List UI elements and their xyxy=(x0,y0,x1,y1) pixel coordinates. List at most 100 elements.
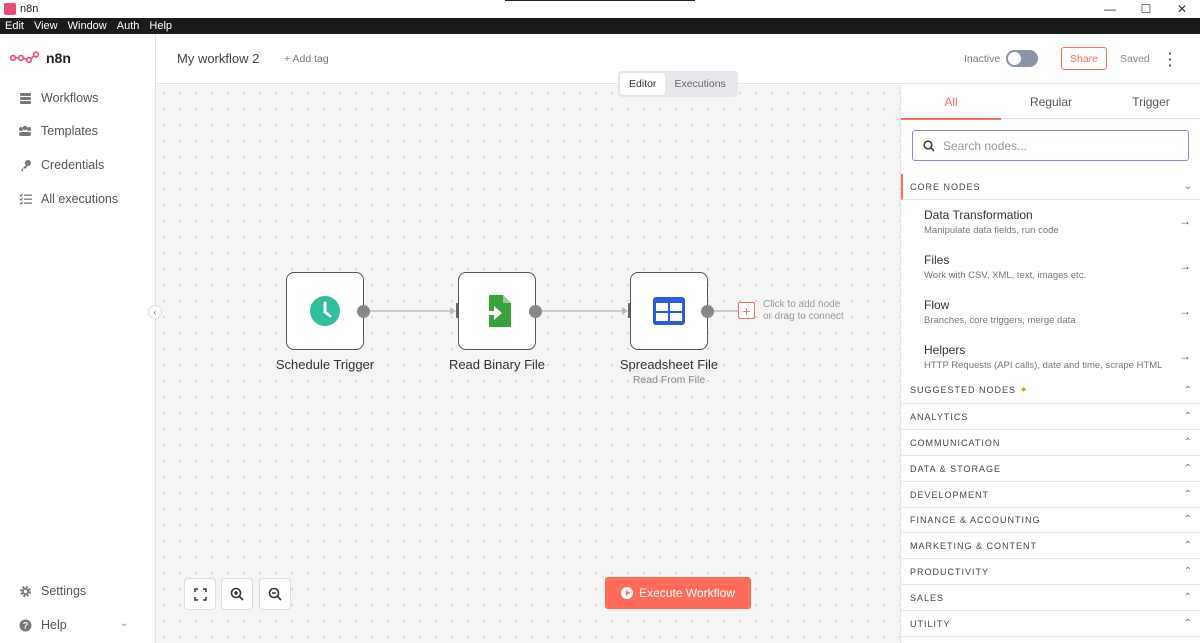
sidebar-item-label: Templates xyxy=(41,124,98,138)
sidebar-item-templates[interactable]: Templates xyxy=(18,124,98,138)
category-title: Files xyxy=(924,253,950,267)
search-nodes-input[interactable] xyxy=(943,138,1173,153)
category-description: Manipulate data fields, run code xyxy=(924,225,1059,236)
section-productivity[interactable]: PRODUCTIVITY ⌃ xyxy=(901,559,1200,585)
active-toggle[interactable] xyxy=(1006,50,1038,67)
category-helpers[interactable]: Helpers HTTP Requests (API calls), date … xyxy=(901,335,1200,379)
tab-regular[interactable]: Regular xyxy=(1001,85,1101,119)
saved-status: Saved xyxy=(1120,53,1150,65)
menu-window[interactable]: Window xyxy=(68,20,107,32)
arrow-right-icon: → xyxy=(1179,349,1191,363)
panel-tabs: All Regular Trigger xyxy=(901,85,1200,120)
chevron-up-icon: ⌃ xyxy=(1183,514,1193,525)
section-suggested-nodes[interactable]: SUGGESTED NODES ✦ ⌃ xyxy=(901,378,1200,404)
section-sales[interactable]: SALES ⌃ xyxy=(901,585,1200,611)
section-utility[interactable]: UTILITY ⌃ xyxy=(901,611,1200,637)
menu-bar: Edit View Window Auth Help xyxy=(0,18,1200,34)
add-tag-button[interactable]: + Add tag xyxy=(284,53,329,65)
sidebar-item-label: All executions xyxy=(41,192,119,206)
sidebar-item-credentials[interactable]: Credentials xyxy=(18,158,104,172)
sidebar: n8n Workflows Templates Credentials All … xyxy=(0,34,156,643)
share-button[interactable]: Share xyxy=(1061,47,1107,70)
sidebar-item-all-executions[interactable]: All executions xyxy=(18,192,118,206)
section-data-storage[interactable]: DATA & STORAGE ⌃ xyxy=(901,456,1200,482)
search-icon xyxy=(923,139,935,152)
mode-switch: Editor Executions xyxy=(618,71,738,97)
node-spreadsheet-file[interactable] xyxy=(630,272,708,350)
maximize-button[interactable]: ☐ xyxy=(1128,0,1164,18)
more-options-icon[interactable]: · · · xyxy=(1168,46,1173,72)
chevron-down-icon: ⌄ xyxy=(120,618,129,629)
node-label: Read Binary File xyxy=(448,357,546,372)
chevron-up-icon: ⌃ xyxy=(1183,385,1193,396)
menu-auth[interactable]: Auth xyxy=(117,20,140,32)
category-description: Branches, core triggers, merge data xyxy=(924,315,1076,326)
section-marketing-content[interactable]: MARKETING & CONTENT ⌃ xyxy=(901,533,1200,559)
zoom-in-icon xyxy=(230,587,244,601)
fit-view-button[interactable] xyxy=(184,578,216,610)
workflows-icon xyxy=(18,91,32,105)
output-handle[interactable] xyxy=(529,305,542,318)
search-box xyxy=(912,130,1189,161)
play-icon xyxy=(621,587,634,599)
chevron-left-icon: ‹ xyxy=(153,307,157,317)
n8n-app-icon xyxy=(4,3,16,15)
category-data-transformation[interactable]: Data Transformation Manipulate data fiel… xyxy=(901,200,1200,244)
output-handle[interactable] xyxy=(357,305,370,318)
node-schedule-trigger[interactable] xyxy=(286,272,364,350)
window-controls: — ☐ ✕ xyxy=(1092,0,1200,18)
tab-executions[interactable]: Executions xyxy=(665,73,734,95)
section-title: FINANCE & ACCOUNTING xyxy=(910,514,1041,525)
add-node-button[interactable]: + xyxy=(738,302,755,319)
section-title: DATA & STORAGE xyxy=(910,463,1002,474)
collapse-sidebar-button[interactable]: ‹ xyxy=(148,305,162,319)
sidebar-item-label: Credentials xyxy=(41,158,105,172)
arrow-right-icon: → xyxy=(1179,304,1191,318)
section-title: COMMUNICATION xyxy=(910,437,1001,448)
sidebar-item-settings[interactable]: Settings xyxy=(18,584,86,598)
menu-view[interactable]: View xyxy=(34,20,58,32)
menu-help[interactable]: Help xyxy=(149,20,172,32)
section-title: UTILITY xyxy=(910,618,951,629)
section-title: DEVELOPMENT xyxy=(910,489,990,500)
logo[interactable]: n8n xyxy=(10,50,71,66)
window-title: n8n xyxy=(20,3,39,15)
sidebar-item-label: Help xyxy=(41,618,67,632)
section-title: PRODUCTIVITY xyxy=(910,566,990,577)
category-flow[interactable]: Flow Branches, core triggers, merge data… xyxy=(901,290,1200,334)
workflow-name[interactable]: My workflow 2 xyxy=(177,51,259,66)
node-subtitle: Read From File xyxy=(632,374,706,386)
section-analytics[interactable]: ANALYTICS ⌃ xyxy=(901,404,1200,430)
arrow-right-icon: → xyxy=(1179,214,1191,228)
fullscreen-icon xyxy=(193,587,207,601)
section-development[interactable]: DEVELOPMENT ⌃ xyxy=(901,482,1200,508)
zoom-out-button[interactable] xyxy=(259,578,291,610)
connection-line[interactable] xyxy=(542,310,625,312)
chevron-up-icon: ⌃ xyxy=(1183,463,1193,474)
minimize-button[interactable]: — xyxy=(1092,0,1128,18)
sidebar-item-help[interactable]: ? Help ⌄ xyxy=(18,618,128,632)
connection-line xyxy=(714,310,738,312)
tab-all[interactable]: All xyxy=(901,85,1001,120)
help-icon: ? xyxy=(18,618,32,632)
chevron-up-icon: ⌃ xyxy=(1183,540,1193,551)
list-icon xyxy=(18,192,32,206)
menu-edit[interactable]: Edit xyxy=(5,20,24,32)
category-description: Work with CSV, XML, text, images etc. xyxy=(924,270,1087,281)
category-title: Helpers xyxy=(924,343,966,357)
zoom-in-button[interactable] xyxy=(221,578,253,610)
connection-line[interactable] xyxy=(370,310,453,312)
node-read-binary-file[interactable] xyxy=(458,272,536,350)
file-import-icon xyxy=(483,295,511,327)
section-communication[interactable]: COMMUNICATION ⌃ xyxy=(901,430,1200,456)
status-label: Inactive xyxy=(964,53,1001,65)
tab-trigger[interactable]: Trigger xyxy=(1101,85,1200,119)
section-core-nodes[interactable]: CORE NODES ⌄ xyxy=(901,174,1200,200)
close-button[interactable]: ✕ xyxy=(1164,0,1200,18)
section-finance-accounting[interactable]: FINANCE & ACCOUNTING ⌃ xyxy=(901,507,1200,533)
output-handle[interactable] xyxy=(701,305,714,318)
tab-editor[interactable]: Editor xyxy=(620,73,666,95)
execute-workflow-button[interactable]: Execute Workflow xyxy=(605,577,751,609)
category-files[interactable]: Files Work with CSV, XML, text, images e… xyxy=(901,245,1200,289)
sidebar-item-workflows[interactable]: Workflows xyxy=(18,91,98,105)
